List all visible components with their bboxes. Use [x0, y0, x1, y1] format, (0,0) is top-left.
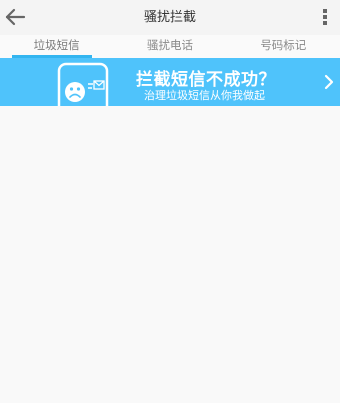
sad-phone-icon [57, 62, 109, 106]
banner-subtitle: 治理垃圾短信从你我做起 [144, 89, 265, 102]
chevron-right-icon [324, 74, 334, 90]
more-menu-button[interactable] [318, 6, 332, 28]
page-title: 骚扰拦截 [143, 10, 196, 25]
sms-intercept-screen: 骚扰拦截 垃圾短信 骚扰电话 号码标记 拦截短信不成功？ 治理垃圾短信从你我做起 [0, 0, 340, 403]
banner-arrow-button[interactable] [322, 72, 336, 92]
top-bar: 骚扰拦截 [0, 0, 340, 35]
tab-number-marking[interactable]: 号码标记 [227, 35, 340, 58]
feedback-banner[interactable]: 拦截短信不成功？ 治理垃圾短信从你我做起 [0, 58, 340, 106]
tab-harassing-calls[interactable]: 骚扰电话 [113, 35, 226, 58]
more-vertical-icon [323, 9, 327, 25]
